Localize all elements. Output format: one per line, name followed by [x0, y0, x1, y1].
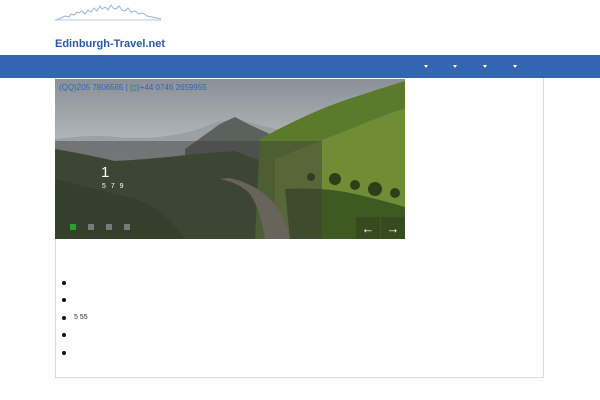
slide-dot-1[interactable] [70, 224, 76, 230]
prev-slide-button[interactable]: ← [356, 217, 380, 239]
skyline-logo [55, 4, 161, 21]
bullet-icon [62, 280, 66, 285]
caret-down-icon[interactable] [424, 65, 428, 68]
caret-down-icon[interactable] [513, 65, 517, 68]
phone-number: +44 0746 2659955 [139, 83, 207, 92]
contact-line: (QQ)205 7806565 | (▯)+44 0746 2659955 [59, 83, 207, 92]
list-item [62, 274, 88, 292]
arrow-right-icon: → [386, 220, 400, 236]
list-item: 5 55 [62, 309, 88, 327]
slide-dot-3[interactable] [106, 224, 112, 230]
qq-number: QQ)205 7806565 [61, 83, 124, 92]
next-slide-button[interactable]: → [381, 217, 405, 239]
bullet-icon [62, 350, 66, 355]
site-title-link[interactable]: Edinburgh-Travel.net [55, 38, 165, 50]
list-item [62, 344, 88, 362]
caret-down-icon[interactable] [483, 65, 487, 68]
bullet-icon [62, 333, 66, 337]
slide-number: 1 [101, 164, 110, 181]
bullet-icon [62, 315, 66, 320]
arrow-left-icon: ← [361, 220, 375, 236]
slide-dot-4[interactable] [124, 224, 130, 230]
phone-icon: (▯) [130, 83, 140, 92]
caret-down-icon[interactable] [453, 65, 457, 68]
list-item [62, 327, 88, 345]
slide-dot-2[interactable] [88, 224, 94, 230]
image-slider: (QQ)205 7806565 | (▯)+44 0746 2659955 1 … [55, 79, 405, 239]
content-list: 5 55 [62, 274, 88, 362]
bullet-icon [62, 298, 66, 302]
list-item [62, 292, 88, 310]
list-item-text: 5 55 [74, 314, 88, 322]
slide-caption-panel [55, 141, 322, 239]
slide-subtitle: 5 7 9 [102, 183, 126, 190]
main-navbar [0, 55, 600, 78]
